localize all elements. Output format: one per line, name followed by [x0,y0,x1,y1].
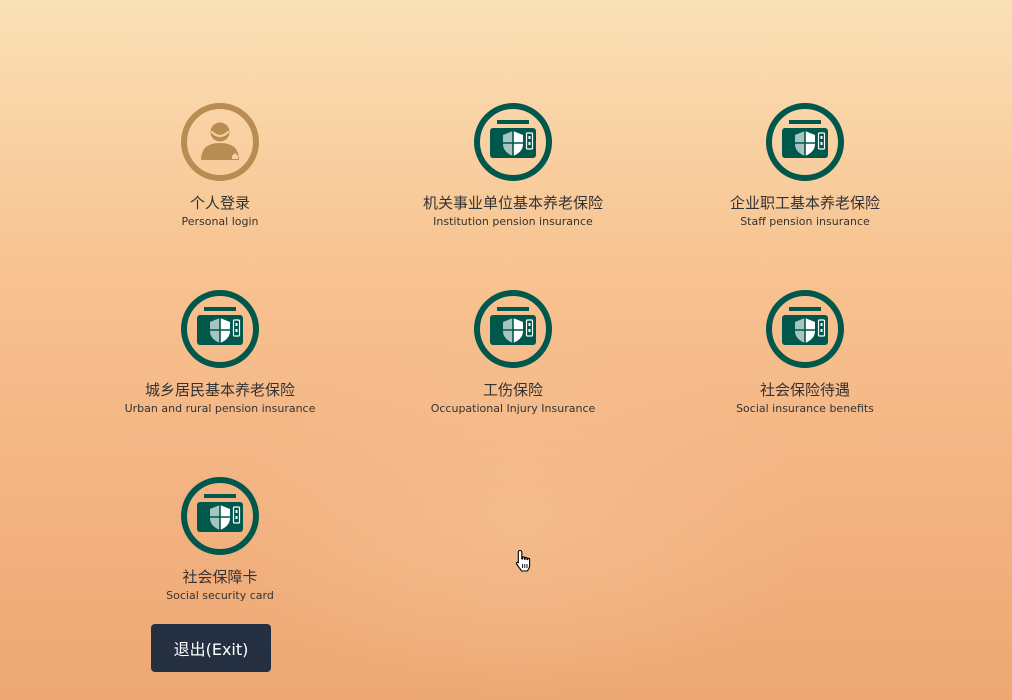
tile-social-insurance-benefits[interactable]: 社会保险待遇 Social insurance benefits [660,289,950,416]
tile-title: 机关事业单位基本养老保险 [422,194,603,212]
tile-title: 工伤保险 [482,381,543,399]
tile-subtitle: Social security card [166,589,274,602]
user-icon [181,103,259,181]
tile-subtitle: Social insurance benefits [736,402,874,415]
tile-urban-rural-pension[interactable]: 城乡居民基本养老保险 Urban and rural pension insur… [75,289,365,416]
tile-subtitle: Urban and rural pension insurance [124,402,316,415]
tile-title: 社会保险待遇 [759,381,850,399]
tile-title: 城乡居民基本养老保险 [144,381,295,399]
insurance-card-icon [766,103,844,181]
tile-subtitle: Institution pension insurance [433,215,593,228]
tile-occupational-injury[interactable]: 工伤保险 Occupational Injury Insurance [368,289,658,416]
tile-subtitle: Personal login [181,215,259,228]
insurance-card-icon [181,477,259,555]
hand-pointer-icon [515,549,531,572]
tile-institution-pension[interactable]: 机关事业单位基本养老保险 Institution pension insuran… [368,102,658,229]
insurance-card-icon [474,103,552,181]
insurance-card-icon [766,290,844,368]
tile-title: 企业职工基本养老保险 [729,194,880,212]
exit-button[interactable]: 退出(Exit) [151,624,271,672]
tile-social-security-card[interactable]: 社会保障卡 Social security card [75,476,365,603]
insurance-card-icon [181,290,259,368]
insurance-card-icon [474,290,552,368]
tile-staff-pension[interactable]: 企业职工基本养老保险 Staff pension insurance [660,102,950,229]
tile-subtitle: Staff pension insurance [740,215,870,228]
tile-title: 个人登录 [189,194,250,212]
tile-personal-login[interactable]: 个人登录 Personal login [75,102,365,229]
tile-subtitle: Occupational Injury Insurance [430,402,596,415]
tile-title: 社会保障卡 [182,568,258,586]
